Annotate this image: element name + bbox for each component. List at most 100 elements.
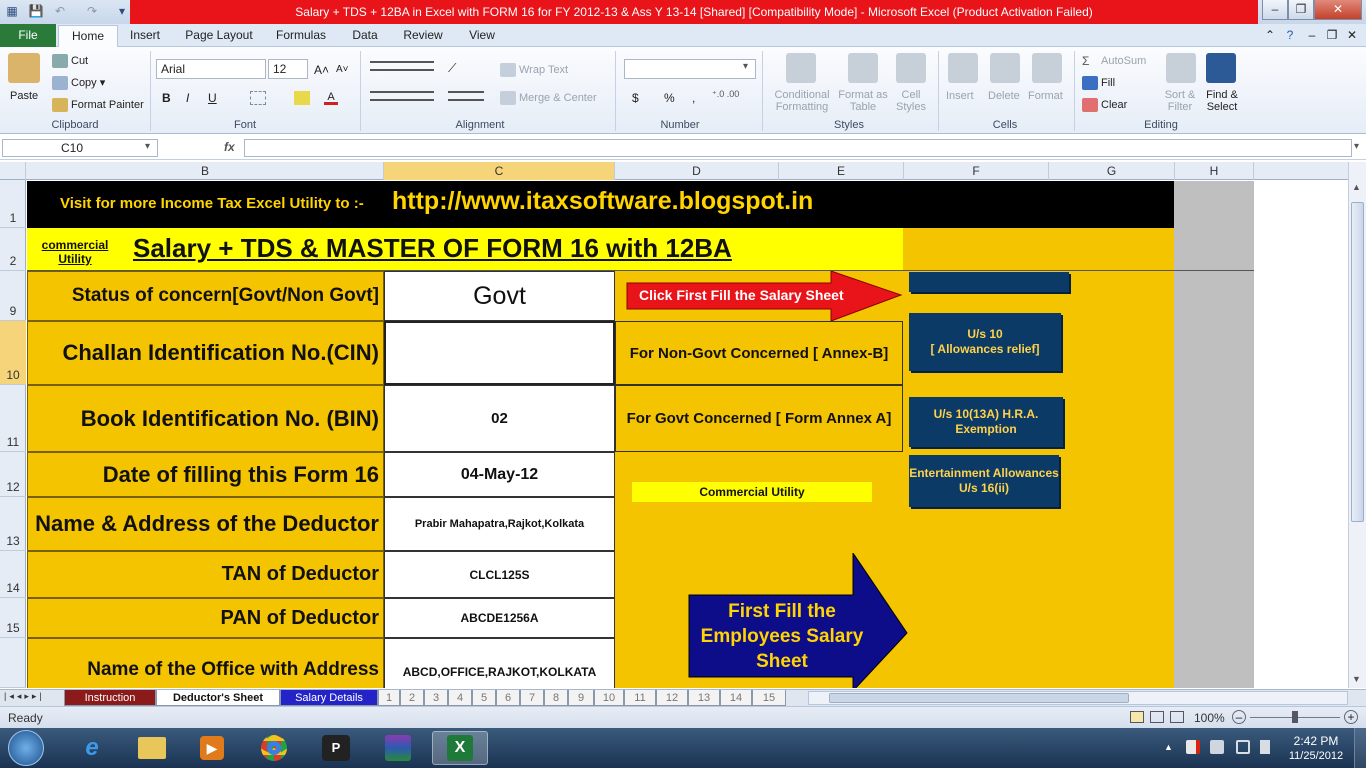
shrink-font-button[interactable]: A˅: [336, 63, 349, 77]
cell-styles-icon[interactable]: [896, 53, 926, 83]
scroll-down-icon[interactable]: ▼: [1352, 674, 1361, 684]
grow-font-button[interactable]: A˄: [314, 63, 329, 77]
minimize-button[interactable]: –: [1262, 0, 1288, 20]
sort-filter-icon[interactable]: [1166, 53, 1196, 83]
click-fill-salary-text[interactable]: Click First Fill the Salary Sheet: [639, 287, 844, 303]
row-header[interactable]: 2: [0, 228, 26, 271]
tab-insert[interactable]: Insert: [130, 24, 160, 47]
insert-cells-button[interactable]: Insert: [946, 89, 974, 103]
row-header[interactable]: 9: [0, 271, 26, 321]
save-icon[interactable]: 💾: [28, 3, 44, 19]
sheet-tab-deductors-sheet[interactable]: Deductor's Sheet: [156, 690, 280, 706]
sheet-tab-number[interactable]: 10: [594, 690, 624, 706]
sheet-tab-number[interactable]: 6: [496, 690, 520, 706]
currency-button[interactable]: $: [632, 91, 639, 105]
value-tan[interactable]: CLCL125S: [384, 551, 615, 598]
tab-data[interactable]: Data: [350, 24, 380, 47]
delete-cells-icon[interactable]: [990, 53, 1020, 83]
clock-date[interactable]: 11/25/2012: [1282, 750, 1350, 762]
sheet-tab-number[interactable]: 13: [688, 690, 720, 706]
hra-exemption-button[interactable]: U/s 10(13A) H.R.A. Exemption: [909, 397, 1063, 447]
first-fill-salary-text[interactable]: First Fill the Employees Salary Sheet: [697, 599, 867, 674]
power-icon[interactable]: [1210, 740, 1224, 754]
row-header[interactable]: 14: [0, 551, 26, 598]
vertical-align-icons[interactable]: [370, 61, 434, 71]
italic-button[interactable]: I: [186, 91, 189, 105]
entertainment-allowance-button[interactable]: Entertainment Allowances U/s 16(ii): [909, 455, 1059, 507]
sheet-tab-number[interactable]: 1: [378, 690, 400, 706]
sheet-tab-number[interactable]: 14: [720, 690, 752, 706]
sheet-tab-instruction[interactable]: Instruction: [64, 690, 156, 706]
bold-button[interactable]: B: [162, 91, 171, 105]
scroll-up-icon[interactable]: ▲: [1352, 182, 1361, 192]
number-format-combo[interactable]: [624, 59, 756, 79]
doc-minimize-icon[interactable]: –: [1304, 24, 1320, 47]
percent-button[interactable]: %: [664, 91, 675, 105]
sort-filter-button[interactable]: Sort & Filter: [1160, 89, 1200, 113]
conditional-formatting-icon[interactable]: [786, 53, 816, 83]
horizontal-align-icons[interactable]: [370, 91, 434, 101]
close-button[interactable]: ✕: [1314, 0, 1362, 20]
find-select-button[interactable]: Find & Select: [1200, 89, 1244, 113]
customize-qat-icon[interactable]: ▾: [114, 3, 130, 19]
col-header-d[interactable]: D: [615, 162, 779, 180]
format-as-table-icon[interactable]: [848, 53, 878, 83]
winrar-icon[interactable]: [370, 731, 426, 765]
borders-icon[interactable]: [250, 91, 266, 105]
name-box[interactable]: C10: [2, 139, 158, 157]
excel-taskbar-icon[interactable]: X: [432, 731, 488, 765]
row-header[interactable]: 12: [0, 452, 26, 497]
restore-button[interactable]: ❐: [1288, 0, 1314, 20]
value-date-filling[interactable]: 04-May-12: [384, 452, 615, 497]
tab-review[interactable]: Review: [402, 24, 444, 47]
commercial-link[interactable]: commercial Utility: [35, 238, 115, 266]
name-box-dropdown-icon[interactable]: ▾: [145, 141, 150, 152]
zoom-out-icon[interactable]: –: [1232, 710, 1246, 724]
value-cin-selected-cell[interactable]: [384, 321, 615, 385]
tab-file[interactable]: File: [0, 24, 56, 47]
row-header[interactable]: 11: [0, 385, 26, 452]
format-as-table-button[interactable]: Format as Table: [838, 89, 888, 113]
fill-button[interactable]: Fill: [1101, 77, 1115, 89]
sheet-tab-number[interactable]: 15: [752, 690, 786, 706]
copy-button[interactable]: Copy ▾: [71, 77, 105, 89]
worksheet-grid[interactable]: Visit for more Income Tax Excel Utility …: [27, 181, 1254, 688]
underline-button[interactable]: U: [208, 91, 217, 105]
chrome-icon[interactable]: [246, 731, 302, 765]
tab-page-layout[interactable]: Page Layout: [185, 24, 253, 47]
sheet-tab-number[interactable]: 8: [544, 690, 568, 706]
format-painter-button[interactable]: Format Painter: [71, 99, 144, 111]
number-format-dropdown-icon[interactable]: ▾: [743, 61, 748, 72]
clock-time[interactable]: 2:42 PM: [1286, 734, 1346, 748]
zoom-slider-thumb[interactable]: [1292, 711, 1298, 723]
sheet-tab-number[interactable]: 4: [448, 690, 472, 706]
row-header[interactable]: 1: [0, 180, 26, 228]
find-select-icon[interactable]: [1206, 53, 1236, 83]
media-player-icon[interactable]: ▶: [184, 731, 240, 765]
decimal-icons[interactable]: ⁺.0 .00: [712, 89, 756, 105]
internet-explorer-icon[interactable]: e: [64, 731, 120, 765]
sheet-tab-number[interactable]: 3: [424, 690, 448, 706]
formula-input[interactable]: [244, 139, 1352, 157]
sheet-tab-number[interactable]: 7: [520, 690, 544, 706]
hscroll-thumb[interactable]: [829, 693, 1129, 703]
url-link[interactable]: http://www.itaxsoftware.blogspot.in: [392, 187, 813, 216]
sheet-tab-number[interactable]: 11: [624, 690, 656, 706]
col-header-e[interactable]: E: [779, 162, 904, 180]
select-all-corner[interactable]: [0, 162, 26, 180]
zoom-in-icon[interactable]: +: [1344, 710, 1358, 724]
undo-icon[interactable]: ↶: [52, 3, 68, 19]
page-break-view-icon[interactable]: [1170, 711, 1184, 723]
paste-button[interactable]: Paste: [10, 89, 38, 103]
comma-button[interactable]: ,: [692, 91, 695, 105]
show-hidden-icons[interactable]: ▲: [1164, 742, 1173, 752]
vertical-scrollbar[interactable]: ▲ ▼: [1348, 162, 1366, 688]
file-explorer-icon[interactable]: [124, 731, 180, 765]
zoom-level[interactable]: 100%: [1194, 711, 1225, 725]
value-status-concern[interactable]: Govt: [384, 271, 615, 321]
navy-button-top[interactable]: [909, 272, 1069, 292]
value-pan[interactable]: ABCDE1256A: [384, 598, 615, 638]
insert-function-icon[interactable]: fx: [224, 140, 235, 154]
delete-cells-button[interactable]: Delete: [988, 89, 1020, 103]
volume-icon[interactable]: [1260, 740, 1270, 754]
